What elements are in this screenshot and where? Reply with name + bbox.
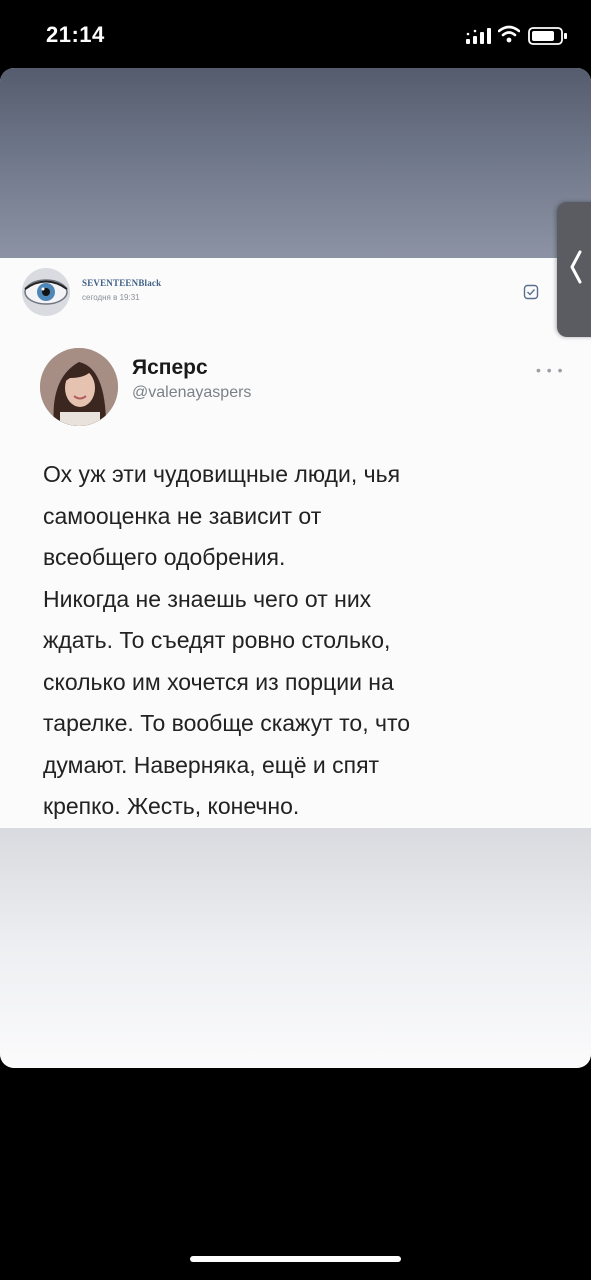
tweet-line: ждать. То съедят ровно столько, — [43, 627, 391, 653]
tweet-line: всеобщего одобрения. — [43, 544, 286, 570]
signal-icon — [466, 28, 491, 44]
status-bar: 21:14 — [0, 0, 591, 70]
tweet-line: сколько им хочется из порции на — [43, 668, 394, 695]
tweet-author-name[interactable]: Ясперс — [132, 356, 208, 380]
vk-avatar[interactable] — [22, 268, 70, 316]
vk-post: SEVENTEENBlack сегодня в 19:31 Ясперс @v — [0, 258, 591, 828]
tweet-line: тарелке. То вообще скажут то, что — [43, 710, 411, 736]
screen: 21:14 SEVENTEENBlack сегодня в 19:31 Ясп… — [0, 0, 591, 1280]
tweet-author-handle[interactable]: @valenayaspers — [132, 384, 251, 402]
battery-icon — [528, 27, 567, 45]
chevron-left-icon — [570, 250, 582, 284]
tweet-line: Никогда не знаешь чего от них — [43, 585, 372, 612]
image-top-area — [0, 68, 591, 258]
status-time: 21:14 — [46, 22, 105, 47]
more-icon[interactable]: • • • — [536, 362, 563, 378]
screenshot-image[interactable]: SEVENTEENBlack сегодня в 19:31 Ясперс @v — [0, 68, 591, 1068]
home-indicator[interactable] — [190, 1256, 401, 1262]
tweet-line: самооценка не зависит от — [43, 502, 322, 529]
wifi-icon — [498, 25, 520, 43]
tweet-line: Ох уж эти чудовищные люди, чья — [43, 461, 401, 487]
vk-author-name[interactable]: SEVENTEENBlack — [82, 278, 161, 288]
vk-post-time: сегодня в 19:31 — [82, 293, 140, 302]
bookmark-icon[interactable] — [523, 284, 539, 300]
side-panel-handle[interactable] — [557, 202, 591, 337]
tweet-line: крепко. Жесть, конечно. — [43, 793, 300, 819]
image-bottom-area — [0, 828, 591, 1068]
tweet-text: Ох уж эти чудовищные люди, чья самооценк… — [43, 454, 523, 828]
tweet-avatar[interactable] — [40, 348, 118, 426]
tweet-line: думают. Наверняка, ещё и спят — [43, 751, 380, 778]
